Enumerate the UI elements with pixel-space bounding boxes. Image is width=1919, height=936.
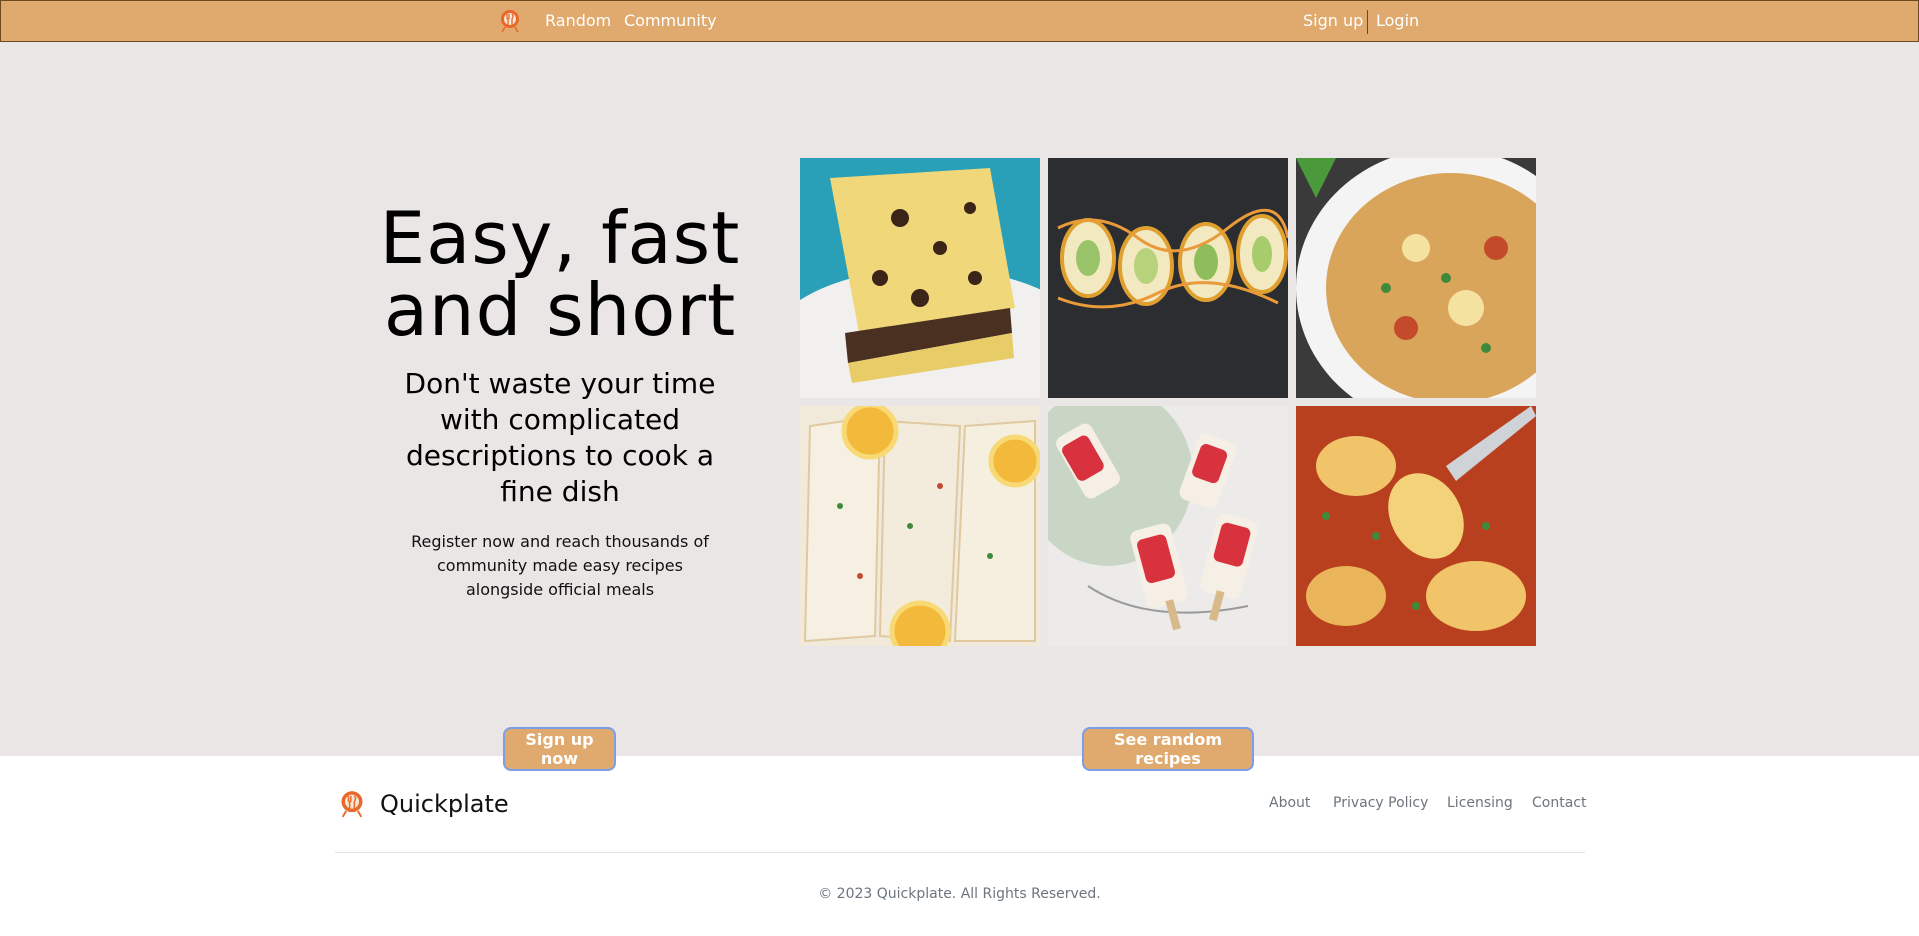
- nav-login-link[interactable]: Login: [1376, 11, 1419, 30]
- footer-link-privacy-policy[interactable]: Privacy Policy: [1333, 795, 1428, 811]
- footer-copyright: © 2023 Quickplate. All Rights Reserved.: [818, 886, 1101, 902]
- footer-link-about[interactable]: About: [1269, 795, 1310, 811]
- footer-link-contact[interactable]: Contact: [1532, 795, 1586, 811]
- hero-section: Easy, fast and short Don't waste your ti…: [0, 42, 1919, 771]
- baked-pasta-shells-photo: [1296, 406, 1536, 646]
- hero-description: Register now and reach thousands of comm…: [411, 532, 709, 599]
- top-navbar: Random Community Sign up Login: [0, 0, 1919, 42]
- hero-subheadline: Don't waste your time with complicated d…: [404, 367, 716, 508]
- see-random-recipes-button[interactable]: See random recipes: [1082, 727, 1254, 771]
- lemon-fish-fillets-photo: [800, 406, 1040, 646]
- sushi-rolls-photo: [1048, 158, 1288, 398]
- quickplate-logo-icon[interactable]: [338, 790, 366, 818]
- quickplate-logo-icon[interactable]: [498, 9, 522, 33]
- nav-community-link[interactable]: Community: [624, 11, 717, 30]
- nav-signup-link[interactable]: Sign up: [1303, 11, 1363, 30]
- signup-now-button[interactable]: Sign up now: [503, 727, 616, 771]
- chocolate-chip-bars-photo: [800, 158, 1040, 398]
- berry-popsicles-photo: [1048, 406, 1288, 646]
- nav-divider: [1367, 10, 1368, 34]
- footer-divider: [335, 852, 1585, 853]
- hero-headline: Easy, fast and short: [379, 196, 741, 352]
- nav-random-link[interactable]: Random: [545, 11, 611, 30]
- pasta-casserole-photo: [1296, 158, 1536, 398]
- footer-link-licensing[interactable]: Licensing: [1447, 795, 1513, 811]
- footer-brand-name[interactable]: Quickplate: [380, 790, 509, 818]
